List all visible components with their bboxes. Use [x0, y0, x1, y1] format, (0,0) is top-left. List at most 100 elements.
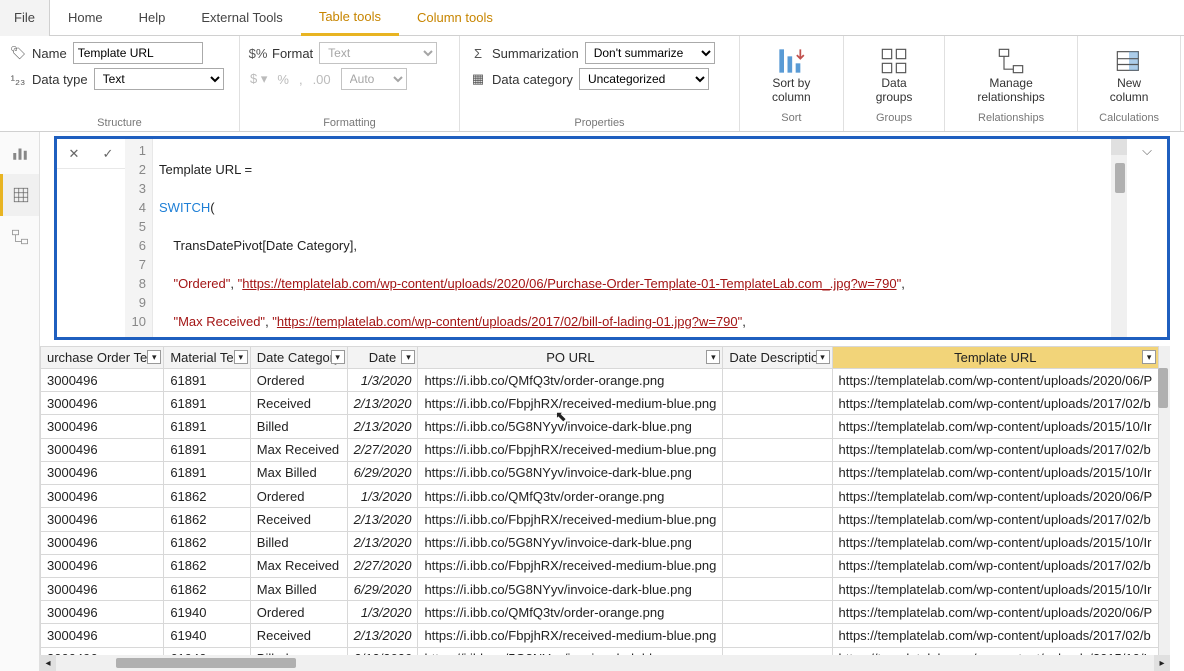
col-po-url[interactable]: PO URL▾	[418, 347, 723, 369]
filter-icon[interactable]: ▾	[401, 350, 415, 364]
ribbon: 🏷 Name ¹₂₃ Data type Text Structure $% F…	[0, 36, 1184, 132]
data-category-select[interactable]: Uncategorized	[579, 68, 709, 90]
tab-help[interactable]: Help	[121, 0, 184, 36]
table-row[interactable]: 300049661940Ordered1/3/2020https://i.ibb…	[41, 601, 1159, 624]
group-label-formatting: Formatting	[250, 115, 449, 129]
filter-icon[interactable]: ▾	[1142, 350, 1156, 364]
decimals-select: Auto	[341, 68, 407, 90]
tab-external-tools[interactable]: External Tools	[183, 0, 300, 36]
new-column-button[interactable]: New column	[1094, 43, 1165, 107]
data-grid[interactable]: urchase Order Text▾ Material Text▾ Date …	[40, 346, 1159, 671]
table-row[interactable]: 300049661862Billed2/13/2020https://i.ibb…	[41, 531, 1159, 554]
table-row[interactable]: 300049661891Max Billed6/29/2020https://i…	[41, 461, 1159, 484]
data-category-label: Data category	[492, 72, 573, 87]
col-material-text[interactable]: Material Text▾	[164, 347, 250, 369]
view-sidebar	[0, 132, 40, 671]
grid-vertical-scrollbar[interactable]	[1159, 346, 1170, 671]
filter-icon[interactable]: ▾	[331, 350, 345, 364]
table-row[interactable]: 300049661862Ordered1/3/2020https://i.ibb…	[41, 485, 1159, 508]
currency-icon: $ ▾	[250, 71, 267, 87]
filter-icon[interactable]: ▾	[234, 350, 248, 364]
col-date-category[interactable]: Date Category▾	[250, 347, 347, 369]
grid-horizontal-scrollbar[interactable]: ◂ ▸	[40, 655, 1170, 671]
group-label-sort: Sort	[781, 110, 801, 124]
filter-icon[interactable]: ▾	[816, 350, 830, 364]
col-date[interactable]: Date▾	[347, 347, 418, 369]
format-label: Format	[272, 46, 313, 61]
model-view-button[interactable]	[0, 216, 39, 258]
code-area[interactable]: Template URL = SWITCH( TransDatePivot[Da…	[153, 139, 911, 337]
table-row[interactable]: 300049661862Max Received2/27/2020https:/…	[41, 554, 1159, 577]
data-groups-label: Data groups	[876, 77, 913, 103]
formula-bar: ✕ ✓ 12345678910 Template URL = SWITCH( T…	[54, 136, 1170, 340]
data-grid-wrap: urchase Order Text▾ Material Text▾ Date …	[40, 346, 1170, 671]
col-date-description[interactable]: Date Description▾	[723, 347, 832, 369]
formula-collapse-button[interactable]: ⌵	[1127, 139, 1167, 337]
sigma-icon: Σ	[470, 45, 486, 61]
header-row: urchase Order Text▾ Material Text▾ Date …	[41, 347, 1159, 369]
col-purchase-order-text[interactable]: urchase Order Text▾	[41, 347, 164, 369]
sort-by-column-button[interactable]: Sort by column	[756, 43, 827, 107]
datatype-select[interactable]: Text	[94, 68, 224, 90]
group-label-calculations: Calculations	[1099, 110, 1159, 124]
category-icon: ▦	[470, 71, 486, 87]
scroll-right-icon[interactable]: ▸	[1154, 655, 1170, 671]
table-row[interactable]: 300049661862Max Billed6/29/2020https://i…	[41, 577, 1159, 600]
formula-commit-button[interactable]: ✓	[91, 139, 125, 168]
scroll-left-icon[interactable]: ◂	[40, 655, 56, 671]
table-row[interactable]: 300049661891Received2/13/2020https://i.i…	[41, 392, 1159, 415]
relationships-label: Manage relationships	[977, 77, 1044, 103]
decimal-icon: .00	[313, 72, 331, 87]
data-groups-button[interactable]: Data groups	[860, 43, 929, 107]
ribbon-group-formatting: $% Format Text $ ▾ % , .00 Auto Formatti…	[240, 36, 460, 131]
table-row[interactable]: 300049661862Received2/13/2020https://i.i…	[41, 508, 1159, 531]
ribbon-group-relationships: Manage relationships Relationships	[945, 36, 1077, 131]
tab-column-tools[interactable]: Column tools	[399, 0, 511, 36]
group-label-groups: Groups	[876, 110, 912, 124]
ribbon-group-sort: Sort by column Sort	[740, 36, 844, 131]
data-view-button[interactable]	[0, 174, 39, 216]
format-select: Text	[319, 42, 437, 64]
ribbon-group-properties: Σ Summarization Don't summarize ▦ Data c…	[460, 36, 740, 131]
data-groups-icon	[880, 47, 908, 75]
name-label: Name	[32, 46, 67, 61]
tag-icon: 🏷	[10, 45, 26, 61]
percent-icon: %	[277, 72, 289, 87]
menubar: File Home Help External Tools Table tool…	[0, 0, 1184, 36]
sort-icon	[777, 47, 805, 75]
relationships-icon	[997, 47, 1025, 75]
col-template-url[interactable]: Template URL▾	[832, 347, 1159, 369]
table-row[interactable]: 300049661940Received2/13/2020https://i.i…	[41, 624, 1159, 647]
ribbon-group-structure: 🏷 Name ¹₂₃ Data type Text Structure	[0, 36, 240, 131]
report-view-button[interactable]	[0, 132, 39, 174]
formula-cancel-button[interactable]: ✕	[57, 139, 91, 168]
tab-table-tools[interactable]: Table tools	[301, 0, 399, 36]
format-icon: $%	[250, 45, 266, 61]
line-gutter: 12345678910	[125, 139, 153, 337]
summarization-select[interactable]: Don't summarize	[585, 42, 715, 64]
group-label-properties: Properties	[470, 115, 729, 129]
formula-editor[interactable]: 12345678910 Template URL = SWITCH( Trans…	[125, 139, 1111, 337]
name-input[interactable]	[73, 42, 203, 64]
formula-scrollbar[interactable]	[1111, 139, 1127, 337]
filter-icon[interactable]: ▾	[147, 350, 161, 364]
group-label-relationships: Relationships	[978, 110, 1044, 124]
main-area: ✕ ✓ 12345678910 Template URL = SWITCH( T…	[40, 132, 1184, 671]
table-row[interactable]: 300049661891Max Received2/27/2020https:/…	[41, 438, 1159, 461]
ribbon-group-groups: Data groups Groups	[844, 36, 946, 131]
new-column-icon	[1115, 47, 1143, 75]
ribbon-group-calculations: New column Calculations	[1078, 36, 1182, 131]
table-row[interactable]: 300049661891Ordered1/3/2020https://i.ibb…	[41, 369, 1159, 392]
summarization-label: Summarization	[492, 46, 579, 61]
tab-file[interactable]: File	[0, 0, 50, 36]
filter-icon[interactable]: ▾	[706, 350, 720, 364]
comma-icon: ,	[299, 72, 303, 87]
manage-relationships-button[interactable]: Manage relationships	[961, 43, 1060, 107]
group-label-structure: Structure	[10, 115, 229, 129]
new-column-label: New column	[1110, 77, 1149, 103]
datatype-icon: ¹₂₃	[10, 71, 26, 87]
datatype-label: Data type	[32, 72, 88, 87]
tab-home[interactable]: Home	[50, 0, 121, 36]
table-row[interactable]: 300049661891Billed2/13/2020https://i.ibb…	[41, 415, 1159, 438]
sort-button-label: Sort by column	[772, 77, 811, 103]
